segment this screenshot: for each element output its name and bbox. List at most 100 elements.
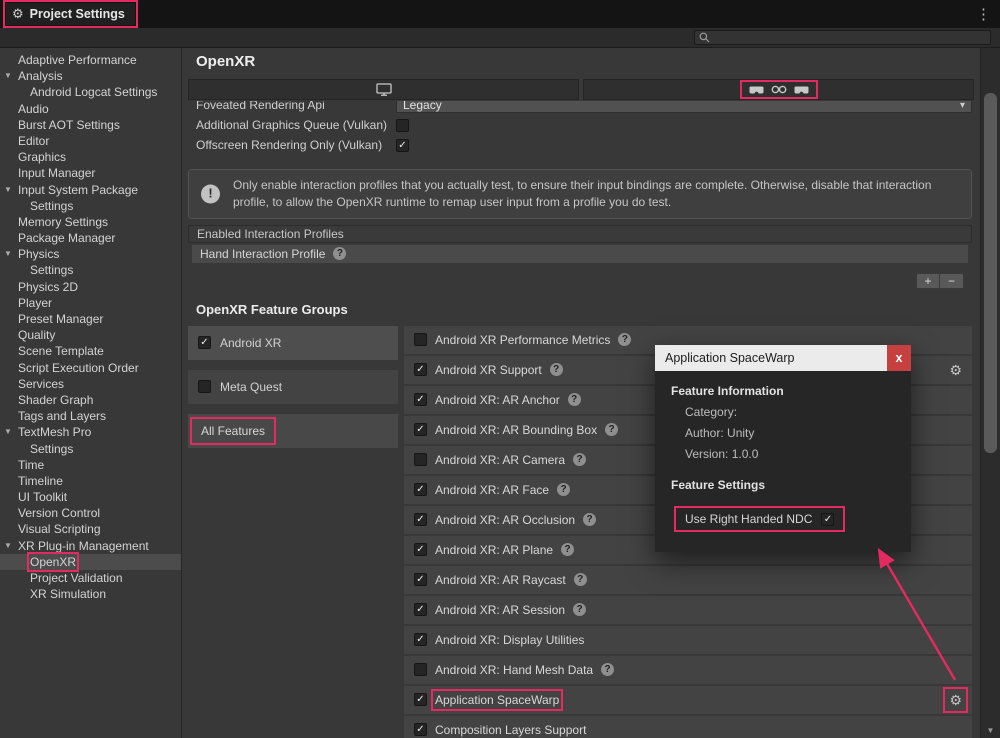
feature-row-application-spacewarp[interactable]: ✓Application SpaceWarp⚙	[404, 686, 972, 714]
foldout-arrow-icon[interactable]: ▼	[4, 182, 12, 198]
feature-row-android-xr-display-utilities[interactable]: ✓Android XR: Display Utilities	[404, 626, 972, 654]
checkbox[interactable]: ✓	[414, 723, 427, 736]
checkbox[interactable]	[414, 453, 427, 466]
help-icon[interactable]: ?	[550, 363, 563, 376]
help-icon[interactable]: ?	[605, 423, 618, 436]
sidebar-item-input-manager[interactable]: Input Manager	[0, 165, 181, 181]
gear-icon[interactable]: ⚙	[949, 693, 962, 707]
sidebar-item-tags-and-layers[interactable]: Tags and Layers	[0, 408, 181, 424]
sidebar-item-shader-graph[interactable]: Shader Graph	[0, 392, 181, 408]
checkbox[interactable]: ✓	[198, 336, 211, 349]
sidebar-item-settings[interactable]: Settings	[0, 441, 181, 457]
remove-profile-button[interactable]: −	[940, 274, 963, 288]
kebab-menu-icon[interactable]: ⋮	[976, 5, 991, 23]
sidebar-item-textmesh-pro[interactable]: ▼ TextMesh Pro	[0, 424, 181, 440]
help-icon[interactable]: ?	[583, 513, 596, 526]
interaction-profile-row[interactable]: Hand Interaction Profile ?	[192, 245, 968, 263]
sidebar-item-visual-scripting[interactable]: Visual Scripting	[0, 521, 181, 537]
sidebar-item-physics-2d[interactable]: Physics 2D	[0, 279, 181, 295]
foveated-rendering-dropdown[interactable]: Legacy ▾	[396, 101, 972, 113]
checkbox[interactable]: ✓	[414, 543, 427, 556]
checkbox[interactable]: ✓	[414, 513, 427, 526]
feature-group-meta-quest[interactable]: Meta Quest	[188, 370, 398, 404]
feature-row-android-xr-ar-session[interactable]: ✓Android XR: AR Session?	[404, 596, 972, 624]
sidebar-item-android-logcat-settings[interactable]: Android Logcat Settings	[0, 84, 181, 100]
sidebar-item-input-system-package[interactable]: ▼Input System Package	[0, 182, 181, 198]
help-icon[interactable]: ?	[618, 333, 631, 346]
checkbox[interactable]: ✓	[414, 423, 427, 436]
sidebar-item-project-validation[interactable]: Project Validation	[0, 570, 181, 586]
sidebar-item-openxr[interactable]: OpenXR	[0, 554, 181, 570]
foldout-arrow-icon[interactable]: ▼	[4, 538, 12, 554]
sidebar-item-settings[interactable]: Settings	[0, 198, 181, 214]
sidebar-item-label: Scene Template	[18, 344, 104, 358]
sidebar-item-xr-simulation[interactable]: XR Simulation	[0, 586, 181, 602]
checkbox[interactable]: ✓	[414, 633, 427, 646]
vertical-scrollbar[interactable]: ▼	[980, 48, 1000, 738]
foldout-arrow-icon[interactable]: ▼	[4, 424, 12, 440]
checkbox[interactable]: ✓	[414, 393, 427, 406]
tab-android-xr[interactable]	[583, 79, 974, 100]
sidebar-item-preset-manager[interactable]: Preset Manager	[0, 311, 181, 327]
foldout-arrow-icon[interactable]: ▼	[4, 68, 12, 84]
checkbox[interactable]: ✓	[414, 693, 427, 706]
sidebar-item-graphics[interactable]: Graphics	[0, 149, 181, 165]
checkbox[interactable]: ✓	[414, 573, 427, 586]
search-input[interactable]	[694, 30, 991, 45]
checkbox[interactable]: ✓	[396, 139, 409, 152]
sidebar-item-analysis[interactable]: ▼Analysis	[0, 68, 181, 84]
sidebar-item-scene-template[interactable]: Scene Template	[0, 343, 181, 359]
sidebar-item-script-execution-order[interactable]: Script Execution Order	[0, 360, 181, 376]
sidebar-item-ui-toolkit[interactable]: UI Toolkit	[0, 489, 181, 505]
sidebar-item-version-control[interactable]: Version Control	[0, 505, 181, 521]
close-button[interactable]: x	[887, 345, 911, 371]
offscreen-rendering-row: Offscreen Rendering Only (Vulkan) ✓	[182, 135, 980, 155]
help-icon[interactable]: ?	[573, 603, 586, 616]
help-icon[interactable]: ?	[557, 483, 570, 496]
help-icon[interactable]: ?	[561, 543, 574, 556]
scrollbar-thumb[interactable]	[984, 93, 997, 453]
sidebar-item-time[interactable]: Time	[0, 457, 181, 473]
checkbox[interactable]: ✓	[821, 513, 834, 526]
sidebar-item-label: TextMesh Pro	[18, 425, 91, 439]
sidebar-item-label: Shader Graph	[18, 393, 93, 407]
tab-desktop[interactable]	[188, 79, 579, 100]
feature-group-android-xr[interactable]: ✓ Android XR	[188, 326, 398, 360]
sidebar-item-timeline[interactable]: Timeline	[0, 473, 181, 489]
help-icon[interactable]: ?	[601, 663, 614, 676]
sidebar-item-burst-aot-settings[interactable]: Burst AOT Settings	[0, 117, 181, 133]
sidebar-item-services[interactable]: Services	[0, 376, 181, 392]
checkbox[interactable]	[396, 119, 409, 132]
gear-icon[interactable]: ⚙	[949, 363, 962, 377]
popup-titlebar[interactable]: Application SpaceWarp x	[655, 345, 911, 371]
sidebar-item-physics[interactable]: ▼ Physics	[0, 246, 181, 262]
help-icon[interactable]: ?	[573, 453, 586, 466]
help-icon[interactable]: ?	[568, 393, 581, 406]
scrollbar-down-arrow-icon[interactable]: ▼	[981, 726, 1000, 735]
sidebar-item-adaptive-performance[interactable]: Adaptive Performance	[0, 52, 181, 68]
checkbox[interactable]: ✓	[414, 483, 427, 496]
all-features-row[interactable]: All Features	[188, 414, 398, 448]
sidebar-item-memory-settings[interactable]: Memory Settings	[0, 214, 181, 230]
feature-row-composition-layers-support[interactable]: ✓Composition Layers Support	[404, 716, 972, 738]
help-icon[interactable]: ?	[333, 247, 346, 260]
sidebar-item-player[interactable]: Player	[0, 295, 181, 311]
feature-row-android-xr-hand-mesh-data[interactable]: Android XR: Hand Mesh Data?	[404, 656, 972, 684]
checkbox[interactable]: ✓	[414, 603, 427, 616]
checkbox[interactable]	[414, 663, 427, 676]
sidebar-item-package-manager[interactable]: Package Manager	[0, 230, 181, 246]
feature-row-android-xr-ar-raycast[interactable]: ✓Android XR: AR Raycast?	[404, 566, 972, 594]
checkbox[interactable]: ✓	[414, 363, 427, 376]
sidebar-item-label: Physics	[18, 247, 59, 261]
sidebar-item-quality[interactable]: Quality	[0, 327, 181, 343]
sidebar-item-settings[interactable]: Settings	[0, 262, 181, 278]
checkbox[interactable]	[198, 380, 211, 393]
feature-group-label: Android XR	[220, 336, 281, 350]
help-icon[interactable]: ?	[574, 573, 587, 586]
sidebar-item-editor[interactable]: Editor	[0, 133, 181, 149]
add-profile-button[interactable]: +	[917, 274, 940, 288]
foldout-arrow-icon[interactable]: ▼	[4, 246, 12, 262]
sidebar-item-xr-plug-in-management[interactable]: ▼XR Plug-in Management	[0, 538, 181, 554]
sidebar-item-audio[interactable]: Audio	[0, 101, 181, 117]
checkbox[interactable]	[414, 333, 427, 346]
